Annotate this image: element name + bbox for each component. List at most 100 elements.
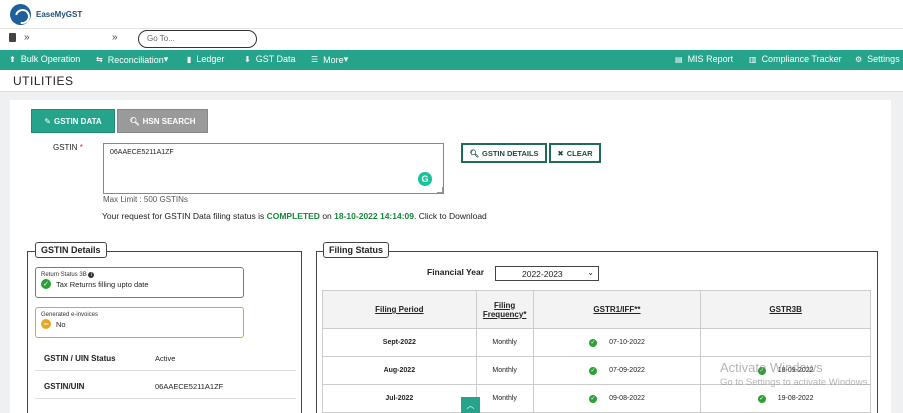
- gstin-details-legend: GSTIN Details: [35, 242, 107, 258]
- book-icon: ▮: [187, 54, 192, 64]
- gstr1-date: 07-10-2022: [609, 339, 645, 346]
- filing-status-table: Filing Period Filing Frequency* GSTR1/IF…: [322, 290, 871, 413]
- goto-input[interactable]: Go To...: [138, 30, 257, 48]
- column-header[interactable]: Filing Period: [322, 290, 477, 329]
- info-value: Active: [155, 353, 176, 363]
- button-label: CLEAR: [566, 148, 593, 158]
- einvoice-box: Generated e-invoices − No: [35, 307, 244, 338]
- column-header[interactable]: Filing Frequency*: [475, 290, 534, 329]
- period-cell: Sept-2022: [322, 328, 477, 357]
- download-link[interactable]: . Click to Download: [414, 211, 487, 221]
- tab-gstin-data[interactable]: ✎ GSTIN DATA: [31, 109, 115, 133]
- table-row: Sept-2022 Monthly ✓ 07-10-2022: [322, 328, 871, 357]
- nav-settings[interactable]: ⚙ Settings: [855, 54, 900, 64]
- sub-bar: » » Go To...: [0, 29, 903, 50]
- frequency-cell: Monthly: [475, 384, 534, 413]
- nav-more[interactable]: ☰ More ▾: [311, 54, 348, 65]
- search-icon: 🔍︎: [129, 116, 140, 126]
- chevron-up-icon: ︿: [466, 400, 475, 410]
- status-on: on: [319, 211, 335, 221]
- status-state: COMPLETED: [266, 211, 320, 221]
- clear-button[interactable]: ✖ CLEAR: [549, 143, 601, 163]
- menu-icon: ☰: [311, 55, 319, 64]
- check-circle-icon: ✓: [589, 394, 598, 403]
- check-circle-icon: ✓: [757, 394, 766, 403]
- check-circle-icon: ✓: [41, 279, 51, 289]
- scroll-to-top-button[interactable]: ︿: [461, 397, 480, 413]
- gstin-label-text: GSTIN: [53, 143, 78, 152]
- tab-hsn-search[interactable]: 🔍︎ HSN SEARCH: [117, 109, 208, 133]
- grammarly-icon[interactable]: G: [418, 172, 432, 186]
- max-limit-note: Max Limit : 500 GSTINs: [103, 195, 188, 204]
- tab-label: GSTIN DATA: [54, 116, 102, 126]
- einvoice-value: No: [56, 319, 66, 329]
- top-bar: EaseMyGST: [0, 0, 903, 29]
- einvoice-title: Generated e-invoices: [41, 312, 99, 318]
- watermark-subtitle: Go to Settings to activate Windows.: [720, 377, 870, 388]
- gstr1-cell: ✓ 09-08-2022: [532, 384, 702, 413]
- watermark-title: Activate Windows: [720, 360, 823, 375]
- nav-reconciliation[interactable]: ⇆ Reconciliation ▾: [96, 54, 168, 65]
- return-status-value: Tax Returns filling upto date: [56, 279, 149, 289]
- financial-year-select[interactable]: 2022-2023 ⌄: [495, 266, 599, 281]
- column-header[interactable]: GSTR1/IFF**: [532, 290, 702, 329]
- bar-chart-icon: ▥: [749, 54, 757, 64]
- info-key: GSTIN/UIN: [44, 381, 85, 391]
- gstr3b-date: 19-08-2022: [777, 395, 814, 402]
- gstr3b-cell: ✓ 19-08-2022: [700, 384, 871, 413]
- nav-mis-report[interactable]: ▤ MIS Report: [675, 54, 733, 64]
- gstin-details-button[interactable]: 🔍︎ GSTIN DETAILS: [461, 143, 547, 163]
- nav-bulk-operation[interactable]: ⬆ Bulk Operation: [9, 54, 80, 64]
- check-circle-icon: ✓: [589, 366, 598, 375]
- gstin-textarea[interactable]: 06AAECE5211A1ZF: [103, 143, 444, 194]
- main-nav: ⬆ Bulk Operation ⇆ Reconciliation ▾ ▮ Le…: [0, 50, 903, 70]
- info-key: GSTIN / UIN Status: [44, 353, 116, 363]
- check-circle-icon: ✓: [589, 338, 598, 347]
- upload-icon: ⬆: [9, 54, 16, 64]
- logo-text: EaseMyGST: [36, 10, 83, 19]
- close-icon: ✖: [557, 148, 564, 158]
- status-prefix: Your request for GSTIN Data filing statu…: [102, 211, 267, 221]
- app-logo[interactable]: EaseMyGST: [10, 4, 82, 25]
- nav-label: MIS Report: [687, 54, 734, 64]
- period-cell: Aug-2022: [322, 356, 477, 385]
- info-icon[interactable]: i: [88, 272, 95, 278]
- chevron-down-icon: ⌄: [587, 268, 594, 277]
- nav-label: Settings: [867, 54, 900, 64]
- windows-activation-watermark: Activate Windows Go to Settings to activ…: [720, 360, 870, 388]
- column-header[interactable]: GSTR3B: [700, 290, 871, 329]
- tab-label: HSN SEARCH: [142, 116, 196, 126]
- nav-compliance-tracker[interactable]: ▥ Compliance Tracker: [749, 54, 842, 64]
- exchange-icon: ⇆: [96, 55, 103, 64]
- frequency-cell: Monthly: [475, 356, 534, 385]
- expand-chevron-icon[interactable]: »: [112, 32, 118, 43]
- button-label: GSTIN DETAILS: [482, 148, 539, 158]
- document-icon[interactable]: [9, 33, 16, 42]
- period-cell: Jul-2022: [322, 384, 477, 413]
- nav-label: Reconciliation: [107, 54, 164, 65]
- nav-label: Compliance Tracker: [761, 54, 842, 64]
- frequency-cell: Monthly: [475, 328, 534, 357]
- return-status-title: Return Status 3B i: [41, 272, 238, 278]
- einvoice-value-row: − No: [41, 319, 238, 329]
- gear-icon: ⚙: [855, 54, 863, 64]
- gstin-label: GSTIN *: [53, 143, 83, 152]
- filing-status-legend: Filing Status: [323, 242, 389, 258]
- table-row: Jul-2022 Monthly ✓ 09-08-2022 ✓ 19-08-2022: [322, 384, 871, 413]
- return-status-value-row: ✓ Tax Returns filling upto date: [41, 279, 238, 289]
- nav-label: More: [323, 54, 344, 65]
- resize-handle[interactable]: [437, 187, 443, 193]
- gstr1-date: 09-08-2022: [609, 395, 645, 402]
- nav-label: Bulk Operation: [20, 54, 81, 64]
- edit-icon: ✎: [44, 116, 51, 126]
- nav-label: GST Data: [255, 54, 296, 64]
- gstr1-cell: ✓ 07-10-2022: [532, 328, 702, 357]
- chevron-down-icon: ▾: [343, 54, 349, 64]
- nav-gst-data[interactable]: ⬇ GST Data: [244, 54, 296, 64]
- minus-circle-icon: −: [41, 319, 51, 329]
- gstr3b-cell: [700, 328, 871, 357]
- info-value: 06AAECE5211A1ZF: [155, 381, 224, 391]
- expand-chevron-icon[interactable]: »: [24, 32, 30, 43]
- status-message[interactable]: Your request for GSTIN Data filing statu…: [102, 211, 487, 221]
- nav-ledger[interactable]: ▮ Ledger: [187, 54, 224, 64]
